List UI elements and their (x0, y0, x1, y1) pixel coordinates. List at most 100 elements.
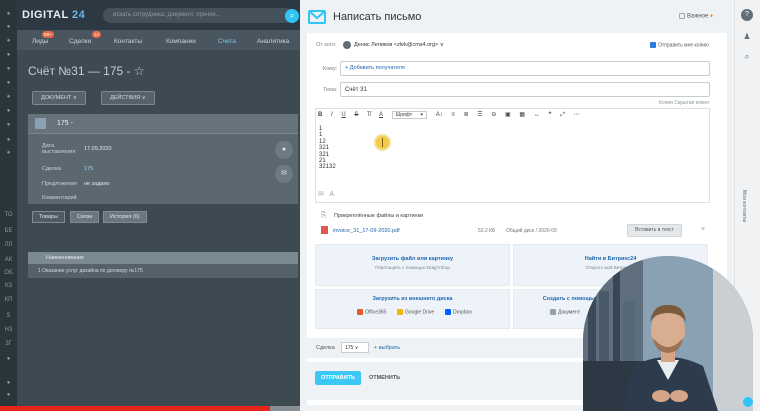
left-nav-item[interactable]: ● (0, 52, 17, 58)
to-label: Кому: (323, 66, 338, 72)
left-nav-item[interactable]: ТО (0, 212, 17, 218)
chat-icon[interactable]: ✉ (275, 165, 293, 183)
attach-icons[interactable]: ✉ A (318, 190, 334, 198)
text-color-icon[interactable]: A (379, 112, 383, 118)
tab-links[interactable]: Связи (70, 211, 100, 223)
actions-button[interactable]: ДЕЙСТВИЯ ∨ (101, 91, 155, 105)
add-recipient-link[interactable]: + Добавить получателя (345, 65, 405, 71)
menu-item-analytics[interactable]: Аналитика (257, 38, 289, 45)
left-nav-item[interactable]: ● (0, 108, 17, 114)
bold-icon[interactable]: B (318, 112, 322, 118)
left-nav-item[interactable]: ● (0, 356, 17, 362)
cc-bcc-links[interactable]: Копия Скрытая копия (659, 100, 709, 106)
left-nav-item[interactable]: ОБ (0, 270, 17, 276)
send-copy-checkbox[interactable]: Отправить мне копию (650, 42, 709, 48)
left-nav-item[interactable]: ● (0, 24, 17, 30)
help-icon[interactable]: ? (741, 9, 753, 21)
font-select[interactable]: Шрифт ▾ (391, 111, 428, 119)
left-nav-item[interactable]: ● (0, 150, 17, 156)
text-cursor-icon (382, 138, 383, 147)
left-nav-item[interactable]: ● (0, 137, 17, 143)
search-icon[interactable]: ⌕ (285, 9, 299, 23)
chat-bubble-icon[interactable] (743, 397, 753, 407)
bell-icon[interactable]: ♟ (741, 32, 753, 44)
fullscreen-icon[interactable]: ⤢ (560, 112, 565, 118)
left-nav-item[interactable]: ● (0, 392, 17, 398)
left-nav-item[interactable]: БЕ (0, 228, 17, 234)
video-progress-rest[interactable] (270, 406, 300, 411)
users-icon[interactable]: ● (275, 141, 293, 159)
left-nav-item[interactable]: КЗ (0, 283, 17, 289)
subject-field[interactable] (340, 82, 710, 97)
upload-file-title: Загрузить файл или картинку (371, 256, 454, 262)
italic-icon[interactable]: I (331, 112, 333, 118)
image-icon[interactable]: ▣ (505, 112, 511, 118)
contacts-vertical-label[interactable]: Мои контакты (741, 190, 747, 222)
cancel-button[interactable]: ОТМЕНИТЬ (369, 375, 400, 381)
table-icon[interactable]: ▦ (519, 112, 525, 118)
left-nav-item[interactable]: НЗ (0, 327, 17, 333)
left-nav-item[interactable]: ЗГ (0, 341, 17, 347)
attachment-file-name[interactable]: invoice_31_17-09-2020.pdf (333, 228, 400, 234)
tab-products[interactable]: Товары (32, 211, 65, 223)
menu-item-leads[interactable]: Лиды (32, 38, 48, 45)
deal-select[interactable]: 175 ∨ (341, 342, 369, 353)
message-body[interactable]: 1 1 12 321 321 21 32132 (319, 126, 336, 171)
video-progress-played[interactable] (0, 406, 270, 411)
tab-history[interactable]: История (6) (103, 211, 147, 223)
left-nav-item[interactable]: ● (0, 66, 17, 72)
menu-item-contacts[interactable]: Контакты (114, 38, 142, 45)
deal-label: Сделка (316, 345, 335, 351)
important-checkbox[interactable]: Важное ♦ (679, 13, 713, 20)
left-nav-item[interactable]: ЛЛ (0, 242, 17, 248)
code-icon[interactable]: ↔ (534, 112, 540, 118)
insert-in-text-button[interactable]: Вставить в текст (627, 224, 682, 237)
paperclip-icon: ⎘ (321, 212, 327, 219)
deal-add-link[interactable]: + выбрать (374, 345, 400, 351)
create-document-link[interactable]: Документ (550, 309, 580, 315)
from-select[interactable]: Денис Лепиков <zlek@cms4.org> ∨ (354, 42, 444, 48)
message-editor[interactable] (315, 108, 710, 203)
clear-format-icon[interactable]: T̸ (367, 112, 371, 118)
underline-icon[interactable]: U (341, 112, 345, 118)
numbered-list-icon[interactable]: ≡ (451, 112, 455, 118)
row-value[interactable]: 175 (84, 166, 93, 172)
office365-link[interactable]: Office365 (357, 309, 386, 315)
document-button[interactable]: ДОКУМЕНТ ∨ (32, 91, 86, 105)
envelope-icon (308, 10, 326, 24)
send-button[interactable]: ОТПРАВИТЬ (315, 371, 361, 385)
left-nav-item[interactable]: ● (0, 11, 17, 17)
row-label: Предложение (42, 181, 78, 187)
external-disk-title: Загрузить из внешнего диска (372, 296, 453, 302)
align-icon[interactable]: ☰ (477, 112, 482, 118)
menu-item-companies[interactable]: Компании (166, 38, 196, 45)
left-nav-item[interactable]: ● (0, 94, 17, 100)
row-label: Комментарий (42, 195, 77, 201)
menu-item-deals[interactable]: Сделки (69, 38, 91, 45)
left-nav-item[interactable]: ● (0, 122, 17, 128)
search-icon[interactable]: ⌕ (741, 52, 753, 64)
google-drive-icon (397, 309, 403, 315)
menu-item-invoices[interactable]: Счета (218, 38, 236, 45)
table-header-label: Наименование (46, 255, 85, 261)
left-nav-item[interactable]: КП (0, 297, 17, 303)
crm-search-input[interactable]: искать сотрудника, документ, прочее... (103, 8, 293, 23)
google-drive-link[interactable]: Google Drive (397, 309, 434, 315)
font-size-icon[interactable]: A↕ (436, 112, 443, 118)
left-nav-item[interactable]: ● (0, 80, 17, 86)
left-nav-item[interactable]: АК (0, 257, 17, 263)
row-label: Дата выставления (42, 143, 76, 155)
left-nav-item[interactable]: ● (0, 380, 17, 386)
left-nav-item[interactable]: ● (0, 38, 17, 44)
link-icon[interactable]: ⊖ (491, 112, 496, 118)
remove-attachment-icon[interactable]: × (701, 226, 705, 233)
left-nav-item[interactable]: S (0, 313, 17, 319)
dropbox-link[interactable]: Dropbox (445, 309, 472, 315)
quote-icon[interactable]: ❝ (548, 112, 551, 118)
row-value: 17.09.2020 (84, 146, 112, 152)
crm-logo: DIGITAL 24 (22, 9, 86, 21)
strike-icon[interactable]: S (354, 112, 358, 118)
row-value: не задано (84, 181, 110, 187)
more-icon[interactable]: ⋯ (574, 112, 580, 118)
bullet-list-icon[interactable]: ≣ (464, 112, 469, 118)
